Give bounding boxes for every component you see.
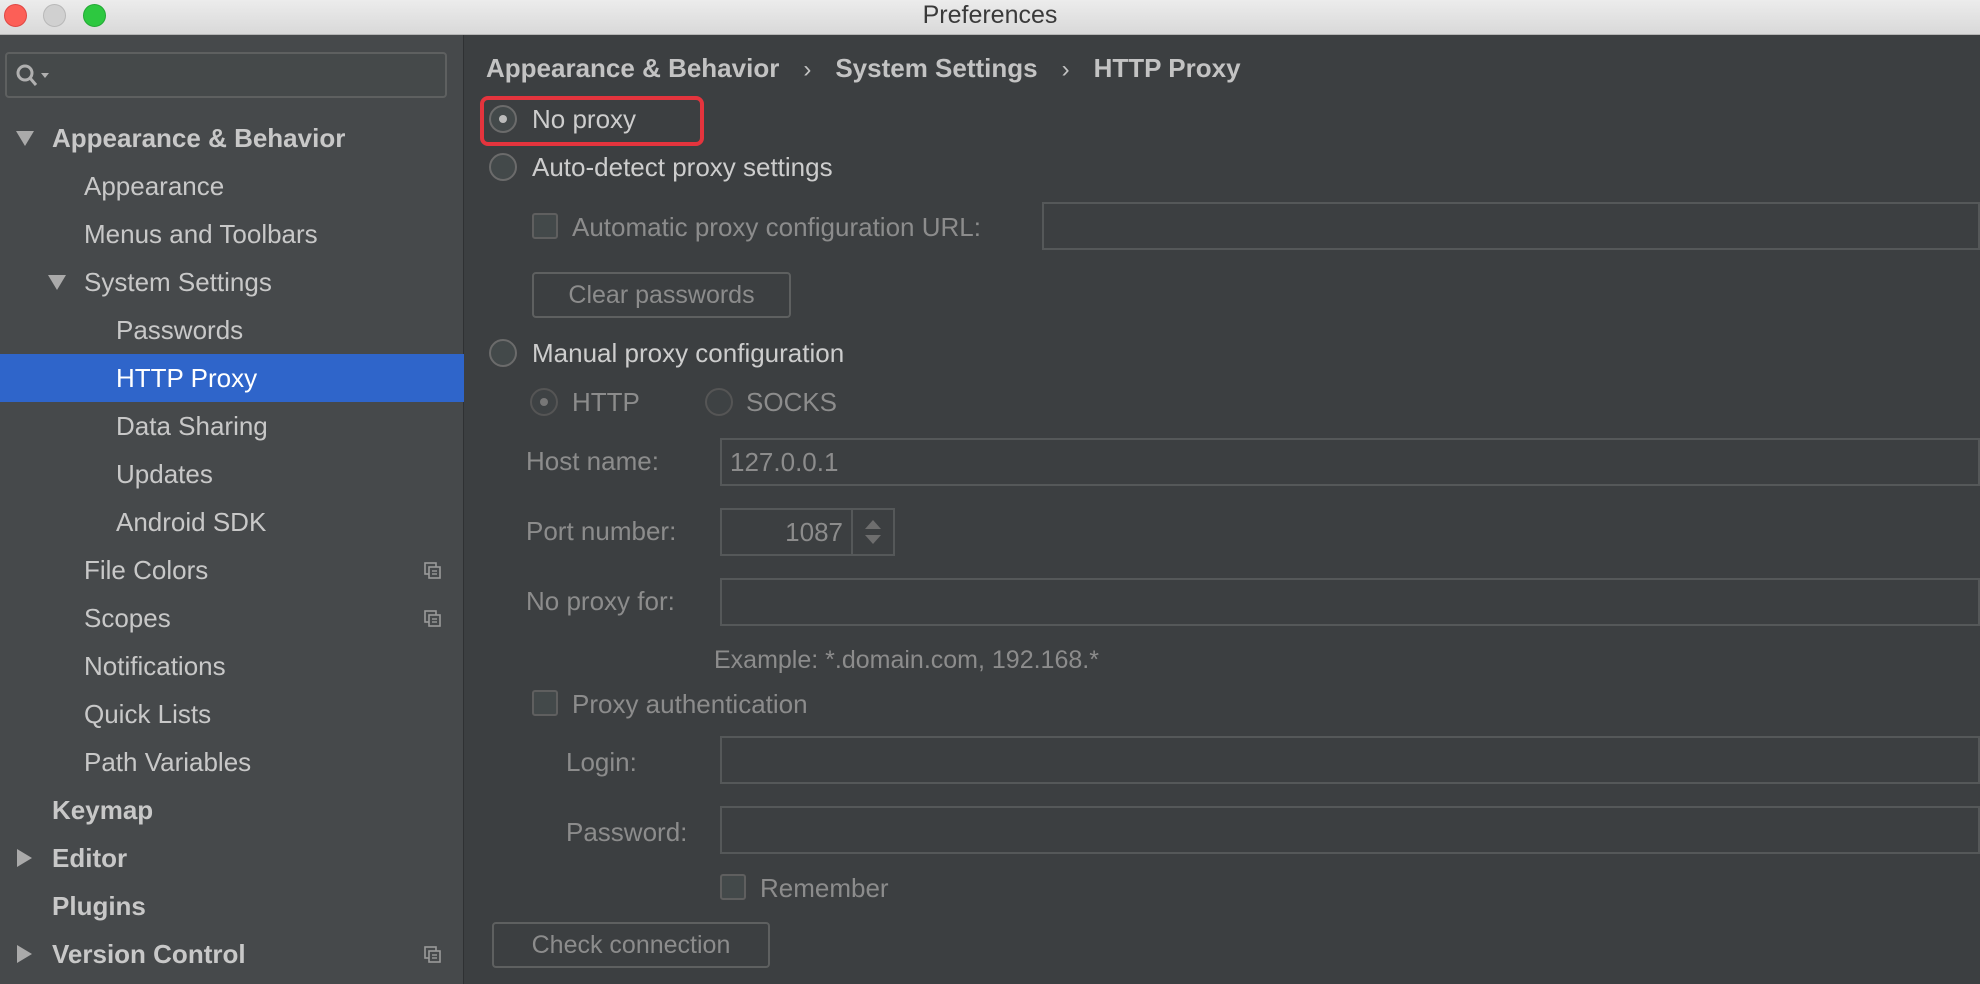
remember-label[interactable]: Remember — [760, 873, 889, 904]
http-radio[interactable] — [530, 388, 558, 416]
sidebar-item-label: Updates — [116, 459, 213, 489]
example-hint: Example: *.domain.com, 192.168.* — [714, 646, 1099, 674]
http-label[interactable]: HTTP — [572, 387, 640, 418]
auto-detect-radio[interactable] — [489, 153, 517, 181]
port-number-value[interactable]: 1087 — [785, 510, 843, 554]
sidebar-item-updates[interactable]: Updates — [0, 450, 464, 498]
sidebar-item-menus-toolbars[interactable]: Menus and Toolbars — [0, 210, 464, 258]
chevron-right-icon[interactable] — [17, 945, 32, 963]
sidebar-item-android-sdk[interactable]: Android SDK — [0, 498, 464, 546]
sidebar-item-appearance[interactable]: Appearance — [0, 162, 464, 210]
sidebar-item-label: Scopes — [84, 603, 171, 633]
auto-detect-label[interactable]: Auto-detect proxy settings — [532, 152, 833, 183]
sidebar-item-version-control[interactable]: Version Control — [0, 930, 464, 978]
project-scope-icon — [424, 562, 441, 579]
sidebar-item-label: File Colors — [84, 555, 209, 585]
settings-sidebar: Appearance & Behavior Appearance Menus a… — [0, 35, 464, 984]
sidebar-item-label: Version Control — [52, 939, 246, 969]
title-bar: Preferences — [0, 0, 1980, 35]
no-proxy-for-label: No proxy for: — [526, 586, 675, 616]
sidebar-item-notifications[interactable]: Notifications — [0, 642, 464, 690]
proxy-authentication-label[interactable]: Proxy authentication — [572, 689, 808, 720]
host-name-input[interactable]: 127.0.0.1 — [720, 438, 1980, 486]
sidebar-item-label: Plugins — [52, 891, 146, 921]
breadcrumb-appearance-behavior[interactable]: Appearance & Behavior — [486, 53, 779, 83]
sidebar-item-label: System Settings — [84, 267, 272, 297]
chevron-right-icon[interactable] — [17, 849, 32, 867]
sidebar-item-quick-lists[interactable]: Quick Lists — [0, 690, 464, 738]
sidebar-item-label: Passwords — [116, 315, 244, 345]
sidebar-item-passwords[interactable]: Passwords — [0, 306, 464, 354]
port-number-stepper[interactable]: 1087 — [720, 508, 895, 556]
sidebar-item-path-variables[interactable]: Path Variables — [0, 738, 464, 786]
no-proxy-label[interactable]: No proxy — [532, 104, 636, 135]
stepper-divider — [851, 510, 853, 554]
port-number-label: Port number: — [526, 516, 677, 546]
remember-checkbox[interactable] — [720, 874, 746, 900]
chevron-down-icon[interactable] — [16, 131, 34, 146]
sidebar-item-label: Appearance & Behavior — [52, 123, 346, 153]
no-proxy-for-input[interactable] — [720, 578, 1980, 626]
sidebar-item-plugins[interactable]: Plugins — [0, 882, 464, 930]
window-title: Preferences — [922, 1, 1058, 29]
breadcrumb-separator: › — [803, 56, 812, 83]
settings-search-input[interactable] — [5, 52, 447, 98]
password-input[interactable] — [720, 806, 1980, 854]
sidebar-item-appearance-behavior[interactable]: Appearance & Behavior — [0, 114, 464, 162]
sidebar-item-label: Notifications — [84, 651, 226, 681]
manual-proxy-label[interactable]: Manual proxy configuration — [532, 338, 844, 369]
sidebar-item-scopes[interactable]: Scopes — [0, 594, 464, 642]
host-name-label: Host name: — [526, 446, 659, 476]
http-proxy-panel: Appearance & Behavior › System Settings › HT… — [465, 35, 1980, 984]
sidebar-item-keymap[interactable]: Keymap — [0, 786, 464, 834]
auto-config-url-input[interactable] — [1042, 202, 1980, 250]
breadcrumb-system-settings[interactable]: System Settings — [835, 53, 1037, 83]
socks-radio[interactable] — [705, 388, 733, 416]
search-icon — [16, 64, 49, 86]
manual-proxy-radio[interactable] — [489, 339, 517, 367]
sidebar-item-file-colors[interactable]: File Colors — [0, 546, 464, 594]
sidebar-item-label: Menus and Toolbars — [84, 219, 318, 249]
proxy-authentication-checkbox[interactable] — [532, 690, 558, 716]
breadcrumb-separator: › — [1061, 56, 1070, 83]
check-connection-button[interactable]: Check connection — [492, 922, 770, 968]
sidebar-item-editor[interactable]: Editor — [0, 834, 464, 882]
clear-passwords-button[interactable]: Clear passwords — [532, 272, 791, 318]
socks-label[interactable]: SOCKS — [746, 387, 837, 418]
auto-config-url-label: Automatic proxy configuration URL: — [572, 212, 981, 242]
sidebar-item-http-proxy[interactable]: HTTP Proxy — [0, 354, 464, 402]
sidebar-item-label: Editor — [52, 843, 128, 873]
increment-arrow-icon[interactable] — [865, 520, 881, 529]
sidebar-item-label: HTTP Proxy — [116, 363, 258, 393]
breadcrumb: Appearance & Behavior › System Settings › HT… — [486, 53, 1241, 84]
project-scope-icon — [424, 610, 441, 627]
auto-config-url-checkbox[interactable] — [532, 213, 558, 239]
sidebar-item-label: Android SDK — [116, 507, 267, 537]
sidebar-item-label: Keymap — [52, 795, 154, 825]
login-label: Login: — [566, 747, 637, 777]
project-scope-icon — [424, 946, 441, 963]
no-proxy-radio[interactable] — [489, 105, 517, 133]
login-input[interactable] — [720, 736, 1980, 784]
sidebar-item-label: Data Sharing — [116, 411, 268, 441]
sidebar-item-system-settings[interactable]: System Settings — [0, 258, 464, 306]
chevron-down-icon[interactable] — [48, 275, 66, 290]
sidebar-item-label: Appearance — [84, 171, 225, 201]
sidebar-item-label: Quick Lists — [84, 699, 212, 729]
breadcrumb-http-proxy: HTTP Proxy — [1093, 53, 1241, 83]
decrement-arrow-icon[interactable] — [865, 535, 881, 544]
password-label: Password: — [566, 817, 688, 847]
sidebar-item-label: Path Variables — [84, 747, 252, 777]
sidebar-item-data-sharing[interactable]: Data Sharing — [0, 402, 464, 450]
